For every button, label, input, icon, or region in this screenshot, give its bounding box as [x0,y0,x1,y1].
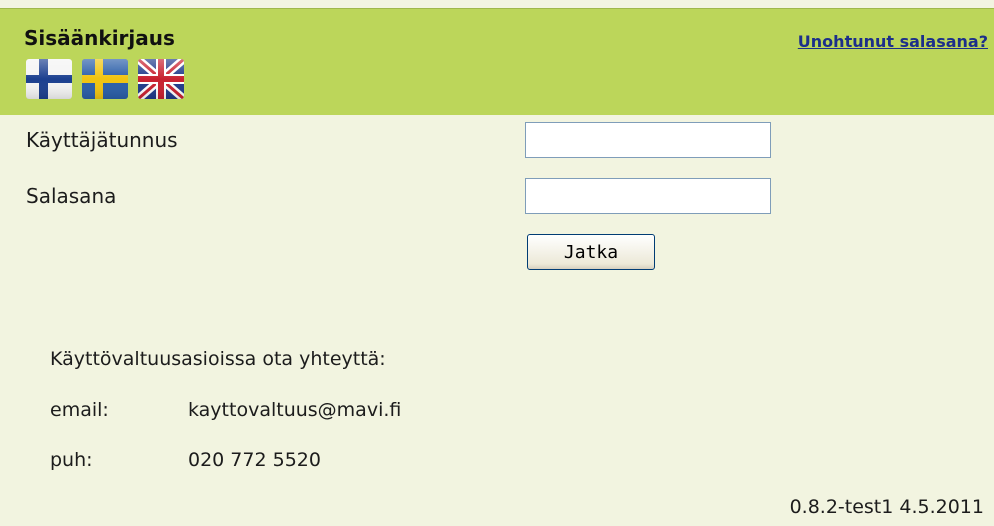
username-input[interactable] [525,122,771,158]
uk-flag-icon[interactable] [138,59,184,99]
email-label: email: [50,399,109,421]
version-text: 0.8.2-test1 4.5.2011 [789,496,984,518]
username-label: Käyttäjätunnus [26,128,178,152]
login-header: Sisäänkirjaus Unohtunut salasana? [0,8,994,115]
language-selector [26,59,184,99]
login-page: Sisäänkirjaus Unohtunut salasana? Käyttä… [0,0,994,526]
contact-heading: Käyttövaltuusasioissa ota yhteyttä: [50,348,386,370]
password-input[interactable] [525,178,771,214]
top-border [0,0,994,8]
continue-button[interactable]: Jatka [527,234,655,270]
page-title: Sisäänkirjaus [24,26,175,50]
finland-flag-icon[interactable] [26,59,72,99]
sweden-flag-icon[interactable] [82,59,128,99]
forgot-password-link[interactable]: Unohtunut salasana? [798,32,988,51]
phone-value: 020 772 5520 [188,449,321,471]
phone-label: puh: [50,449,93,471]
email-value: kayttovaltuus@mavi.fi [188,399,402,421]
password-label: Salasana [26,184,117,208]
